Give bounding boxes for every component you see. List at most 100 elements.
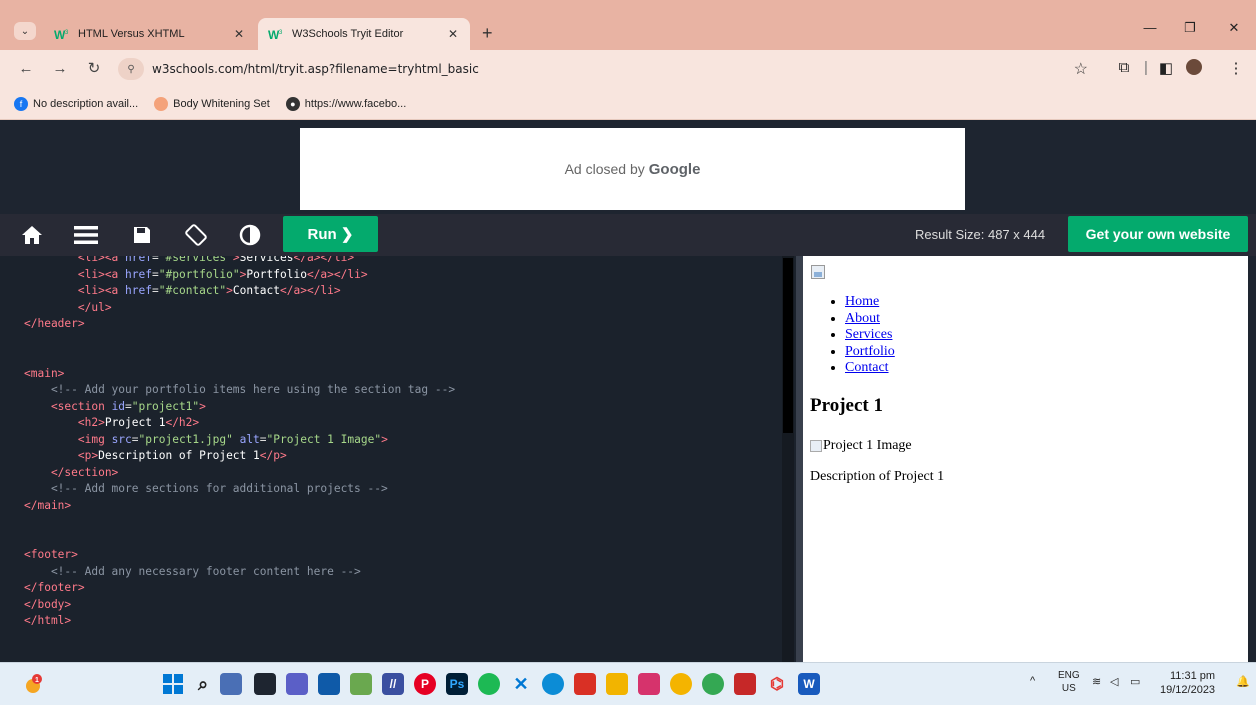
bookmark-item[interactable]: f No description avail... (14, 96, 139, 111)
clock-time: 11:31 pm (1170, 670, 1216, 682)
close-icon[interactable]: ✕ (232, 27, 246, 41)
extensions-icon[interactable]: ⧉ (1114, 59, 1134, 76)
broken-image-icon (811, 265, 825, 279)
bookmarks-bar: f No description avail... Body Whitening… (0, 88, 1256, 120)
svg-text:3: 3 (279, 30, 283, 36)
lang-bottom: US (1061, 683, 1076, 694)
minimize-icon[interactable]: — (1140, 20, 1160, 35)
home-icon[interactable] (18, 222, 46, 248)
nav-link-about[interactable]: About (845, 311, 880, 326)
word-icon[interactable]: W (798, 673, 820, 695)
svg-text:1: 1 (35, 677, 39, 684)
globe-icon: ● (285, 96, 300, 111)
youtube-icon[interactable] (574, 673, 596, 695)
file-explorer-icon[interactable] (606, 673, 628, 695)
nav-link-home[interactable]: Home (845, 294, 879, 309)
editor-scrollbar-thumb[interactable] (783, 258, 793, 433)
show-hidden-icons-icon[interactable]: ^ (1030, 675, 1035, 687)
panel-resize-divider[interactable] (796, 256, 803, 662)
tab-html-versus-xhtml[interactable]: W3 HTML Versus XHTML ✕ (44, 18, 256, 50)
nav-link-portfolio[interactable]: Portfolio (845, 344, 895, 359)
save-icon[interactable] (128, 222, 156, 248)
shop-icon (154, 96, 169, 111)
notification-bell-icon[interactable]: 🔔 (1236, 675, 1250, 688)
spotify-icon[interactable] (478, 673, 500, 695)
windows-start-icon[interactable] (162, 673, 184, 695)
code-content[interactable]: <li><a href="#services">Services</a></li… (24, 256, 455, 630)
bookmark-item[interactable]: ● https://www.facebo... (285, 96, 407, 111)
w3schools-favicon-icon: W3 (54, 27, 70, 41)
code-editor[interactable]: <li><a href="#services">Services</a></li… (0, 256, 796, 662)
get-your-own-website-button[interactable]: Get your own website (1068, 216, 1248, 252)
list-item: Contact (845, 360, 895, 377)
nav-link-services[interactable]: Services (845, 327, 892, 342)
list-item: Home (845, 294, 895, 311)
project-description: Description of Project 1 (810, 469, 945, 484)
app-icon[interactable]: ⌬ (766, 673, 788, 695)
result-size-label: Result Size: 487 x 444 (915, 227, 1046, 242)
list-item: About (845, 311, 895, 328)
forward-arrow-icon[interactable]: → (50, 60, 70, 78)
battery-icon[interactable]: ▭ (1130, 675, 1140, 688)
ad-closed-box: Ad closed by Google (300, 128, 965, 210)
restore-icon[interactable]: ❐ (1180, 20, 1200, 36)
right-gutter (1248, 256, 1256, 662)
result-nav-list: Home About Services Portfolio Contact (831, 294, 895, 377)
close-icon[interactable]: ✕ (446, 27, 460, 41)
theme-contrast-icon[interactable] (236, 222, 264, 248)
tab-search-button[interactable]: ⌄ (14, 22, 36, 40)
window-close-icon[interactable]: ✕ (1224, 20, 1244, 36)
wifi-icon[interactable]: ≋ (1092, 675, 1101, 688)
search-icon[interactable]: ⌕ (192, 673, 214, 695)
more-menu-icon[interactable]: ⋮ (1226, 59, 1246, 77)
svg-text:3: 3 (65, 30, 69, 36)
run-button[interactable]: Run ❯ (283, 216, 378, 252)
list-item: Services (845, 327, 895, 344)
menu-hamburger-icon[interactable] (72, 222, 100, 248)
store-icon[interactable] (318, 673, 340, 695)
broken-image-icon (810, 440, 822, 452)
toolbar-separator: | (1144, 59, 1148, 76)
edge-icon[interactable] (542, 673, 564, 695)
language-indicator[interactable]: ENG US (1058, 669, 1080, 695)
browser-tab-bar: ⌄ W3 HTML Versus XHTML ✕ W3 W3Schools Tr… (0, 0, 1256, 50)
vscode-icon[interactable]: ✕ (510, 673, 532, 695)
volume-icon[interactable]: ◁ (1110, 675, 1118, 688)
profile-avatar-icon[interactable] (1184, 59, 1204, 79)
photoshop-icon[interactable]: Ps (446, 673, 468, 695)
task-view-icon[interactable] (254, 673, 276, 695)
address-bar[interactable]: ⚲ w3schools.com/html/tryit.asp?filename=… (112, 55, 1098, 83)
bookmark-star-icon[interactable]: ☆ (1074, 59, 1088, 79)
rotate-orientation-icon[interactable] (182, 222, 210, 248)
clock[interactable]: 11:31 pm 19/12/2023 (1160, 669, 1215, 697)
tab-title: W3Schools Tryit Editor (292, 28, 404, 40)
bookmark-label: https://www.facebo... (304, 97, 407, 110)
app-icon[interactable] (638, 673, 660, 695)
reload-icon[interactable]: ↻ (84, 60, 104, 78)
side-panel-icon[interactable]: ◧ (1156, 59, 1176, 77)
google-brand: Google (648, 160, 701, 178)
site-info-icon[interactable]: ⚲ (118, 58, 144, 80)
copilot-icon[interactable] (220, 673, 242, 695)
project-image-alt: Project 1 Image (823, 438, 912, 453)
w3schools-favicon-icon: W3 (268, 27, 284, 41)
ad-area: Ad closed by Google (0, 120, 1256, 214)
nav-link-contact[interactable]: Contact (845, 360, 889, 375)
notepad-icon[interactable] (350, 673, 372, 695)
chat-icon[interactable] (286, 673, 308, 695)
tab-w3schools-tryit-editor[interactable]: W3 W3Schools Tryit Editor ✕ (258, 18, 470, 50)
windows-taskbar: 1 ⌕ // P Ps ✕ ⌬ W ^ ENG US ≋ ◁ ▭ 11:31 p… (0, 662, 1256, 705)
weather-widget-icon[interactable]: 1 (22, 673, 44, 695)
bookmark-item[interactable]: Body Whitening Set (154, 96, 270, 111)
chrome-profile-icon[interactable] (702, 673, 724, 695)
new-tab-plus-icon[interactable]: + (482, 24, 493, 42)
tryit-toolbar: Run ❯ Result Size: 487 x 444 Get your ow… (0, 214, 1256, 256)
pdf-icon[interactable] (734, 673, 756, 695)
bookmark-label: No description avail... (33, 97, 139, 110)
chrome-icon[interactable] (670, 673, 692, 695)
bookmark-label: Body Whitening Set (173, 97, 270, 110)
app-icon[interactable]: // (382, 673, 404, 695)
back-arrow-icon[interactable]: ← (16, 60, 36, 78)
url-text[interactable]: w3schools.com/html/tryit.asp?filename=tr… (152, 62, 479, 76)
pinterest-icon[interactable]: P (414, 673, 436, 695)
